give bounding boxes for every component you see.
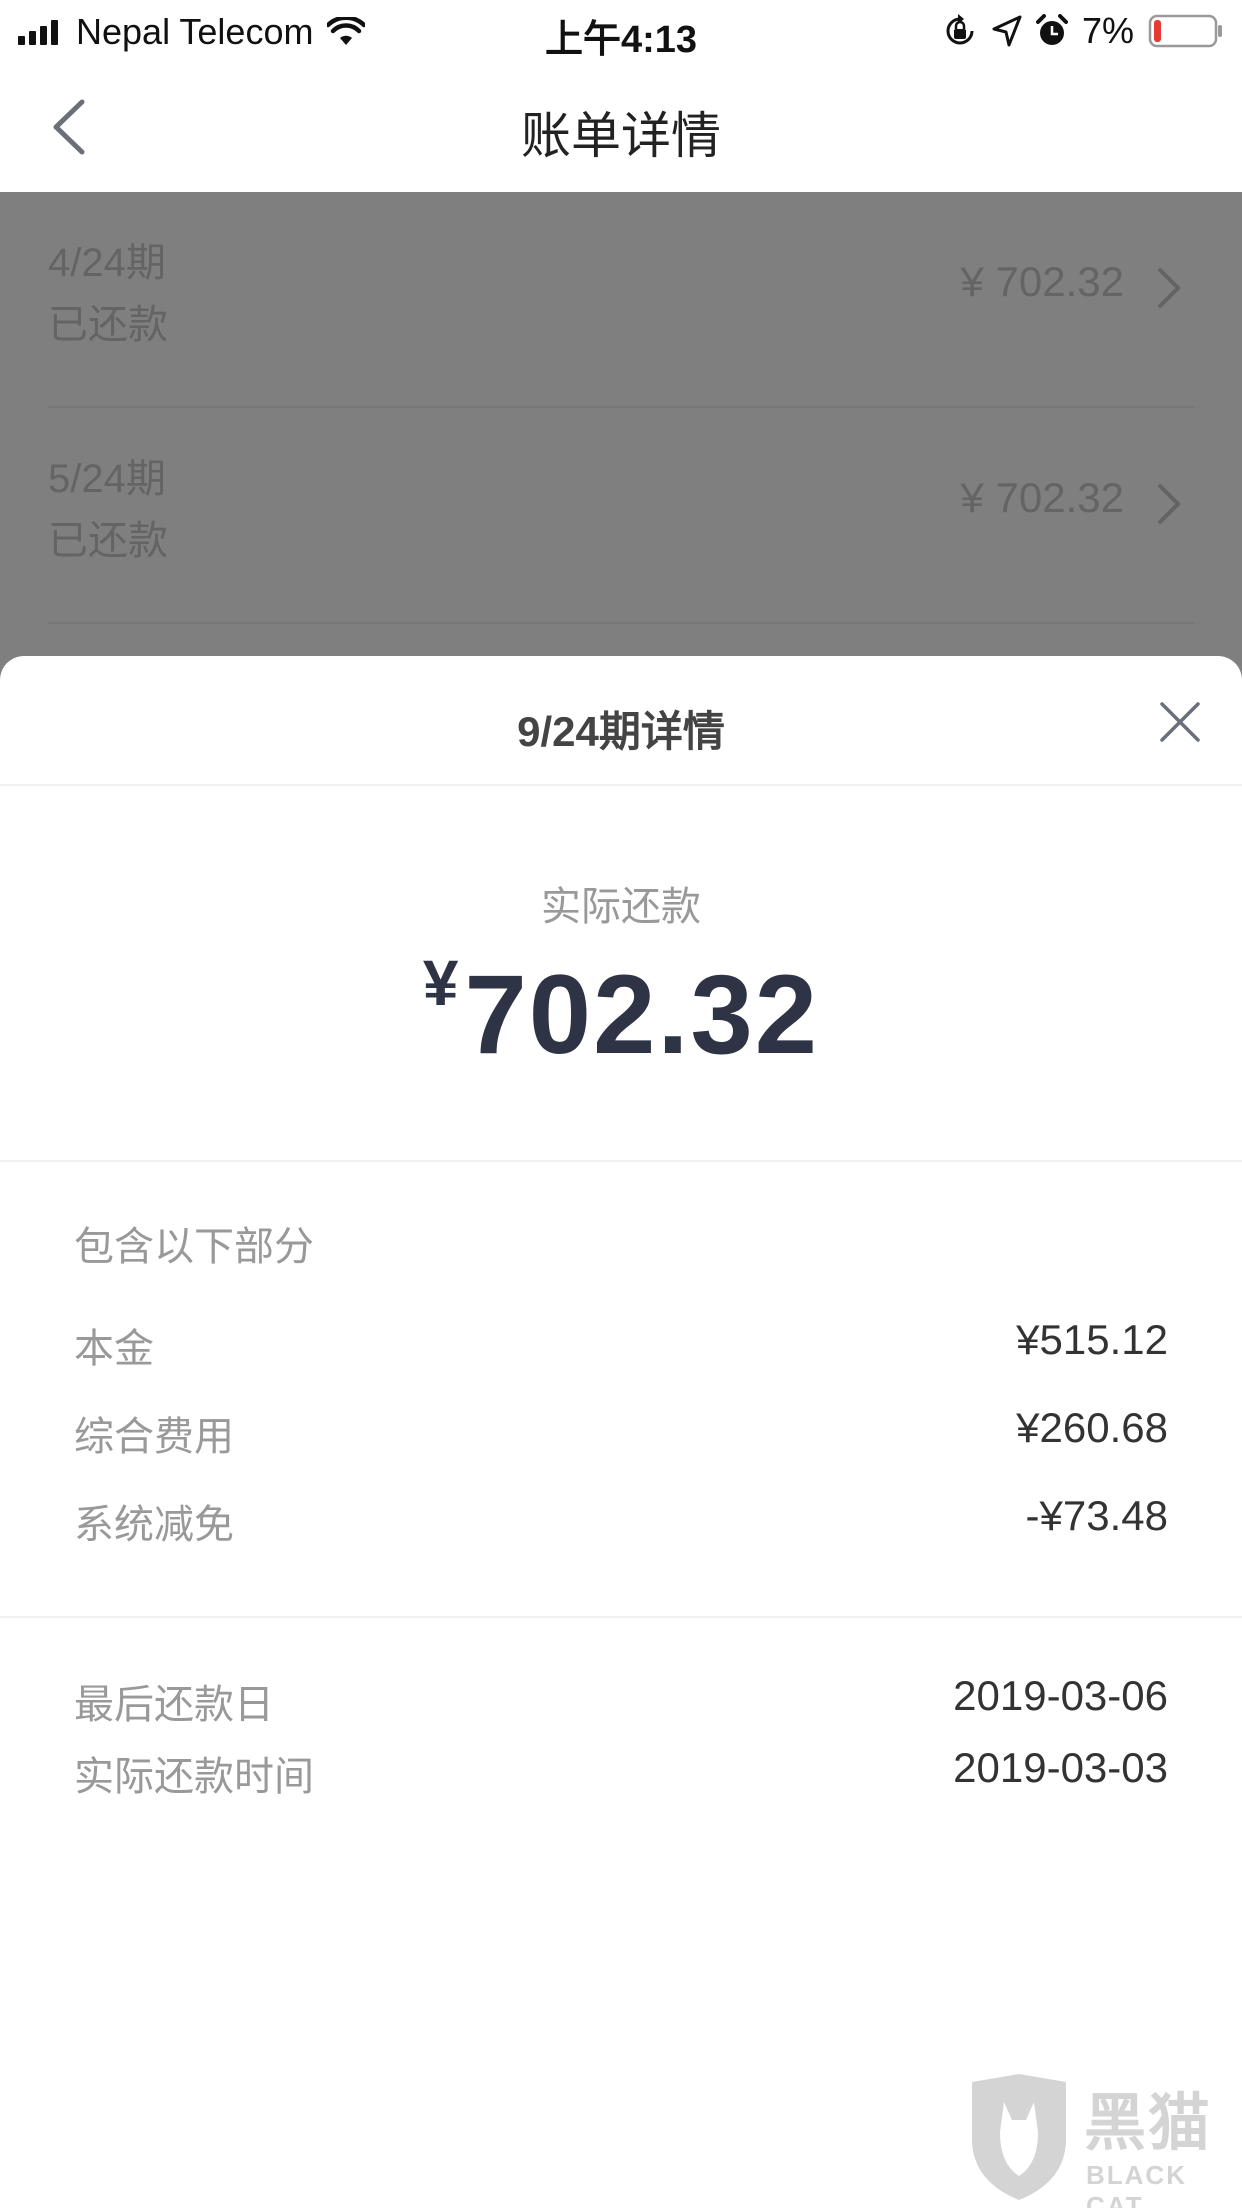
currency-symbol: ¥ bbox=[422, 947, 459, 1019]
status-bar: Nepal Telecom 上午4:13 7% bbox=[0, 0, 1242, 62]
row-value: ¥515.12 bbox=[1016, 1316, 1168, 1363]
sheet-header: 9/24期详情 bbox=[0, 656, 1242, 786]
divider bbox=[0, 1616, 1242, 1618]
battery-icon bbox=[1148, 14, 1222, 48]
row-label: 最后还款日 bbox=[74, 1683, 274, 1727]
detail-sheet: 9/24期详情 实际还款 ¥702.32 包含以下部分 本金 ¥515.12 综… bbox=[0, 656, 1242, 2208]
sheet-title: 9/24期详情 bbox=[517, 708, 725, 755]
amount-value: 702.32 bbox=[464, 952, 820, 1077]
row-label: 系统减免 bbox=[74, 1503, 234, 1547]
watermark: 黑猫 BLACK CAT bbox=[964, 2072, 1234, 2208]
row-label: 实际还款时间 bbox=[74, 1755, 314, 1799]
breakdown-title: 包含以下部分 bbox=[74, 1225, 314, 1269]
close-button[interactable] bbox=[1152, 694, 1208, 750]
close-icon bbox=[1160, 702, 1200, 742]
breakdown-row-fees: 综合费用 ¥260.68 bbox=[74, 1404, 1168, 1464]
breakdown-row-principal: 本金 ¥515.12 bbox=[74, 1316, 1168, 1376]
actual-payment-amount: ¥702.32 bbox=[0, 946, 1242, 1079]
battery-percent: 7% bbox=[1081, 10, 1134, 51]
alarm-icon bbox=[1035, 14, 1068, 45]
watermark-en: BLACK CAT bbox=[1086, 2160, 1187, 2208]
nav-bar: 账单详情 bbox=[0, 62, 1242, 192]
location-icon bbox=[992, 15, 1022, 47]
page-title: 账单详情 bbox=[521, 108, 721, 164]
cat-shield-icon bbox=[972, 2074, 1066, 2200]
watermark-cn: 黑猫 bbox=[1084, 2089, 1213, 2158]
status-right: 7% bbox=[928, 8, 1224, 54]
breakdown-row-discount: 系统减免 -¥73.48 bbox=[74, 1492, 1168, 1552]
row-value: -¥73.48 bbox=[1025, 1492, 1168, 1539]
row-value: 2019-03-03 bbox=[953, 1744, 1168, 1791]
row-label: 综合费用 bbox=[74, 1415, 234, 1459]
row-value: 2019-03-06 bbox=[953, 1672, 1168, 1719]
divider bbox=[0, 1160, 1242, 1162]
rotation-lock-icon bbox=[946, 14, 974, 45]
actual-payment-label: 实际还款 bbox=[541, 885, 701, 929]
date-row-paid: 实际还款时间 2019-03-03 bbox=[74, 1744, 1168, 1804]
date-row-due: 最后还款日 2019-03-06 bbox=[74, 1672, 1168, 1732]
row-label: 本金 bbox=[74, 1327, 154, 1371]
row-value: ¥260.68 bbox=[1016, 1404, 1168, 1451]
screen: Nepal Telecom 上午4:13 7% 账单详情 9/24期详情 实际还… bbox=[0, 0, 1242, 2208]
